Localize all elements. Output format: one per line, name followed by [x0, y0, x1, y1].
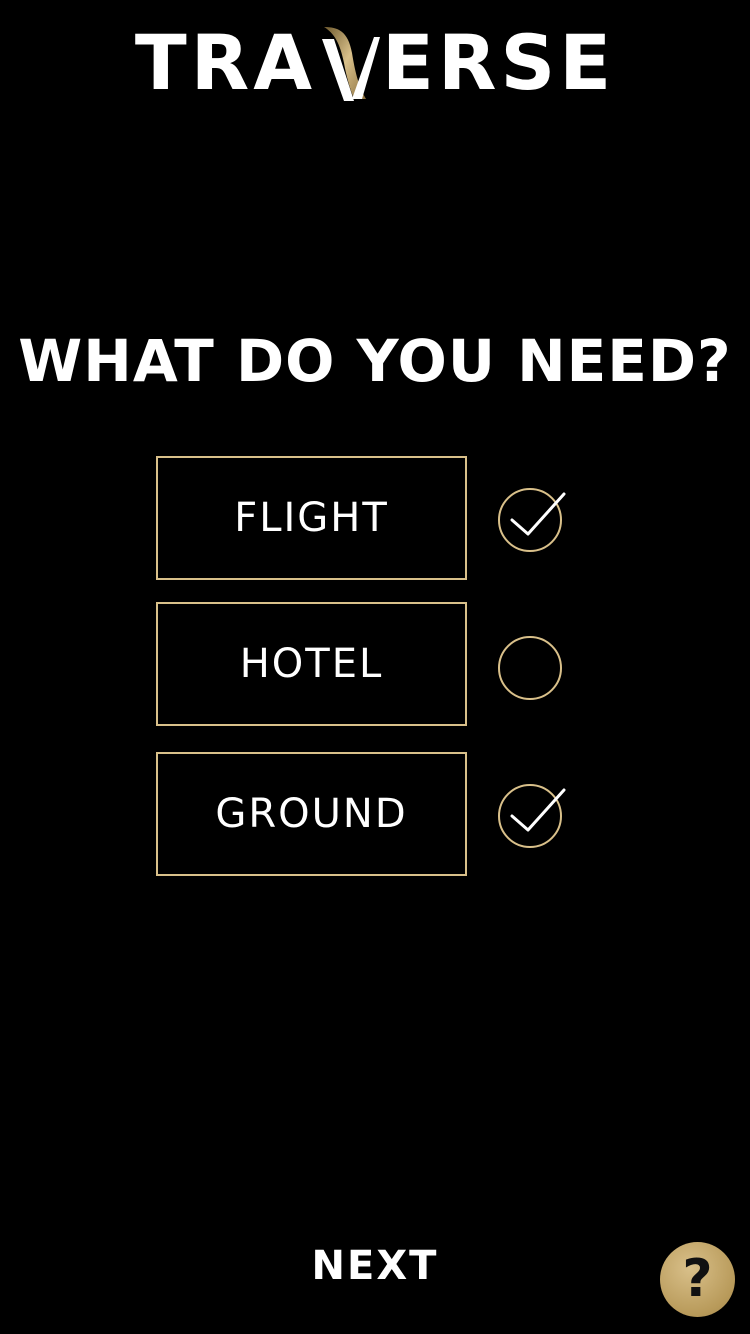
logo-wordmark: TRA ERSE	[135, 25, 615, 101]
flight-option-button[interactable]: FLIGHT	[156, 456, 467, 580]
app-logo: TRA ERSE	[0, 18, 750, 108]
logo-text-left: TRA	[134, 18, 317, 107]
option-row-hotel: HOTEL	[156, 602, 576, 728]
logo-swoosh-v-icon	[318, 25, 381, 101]
hotel-unchecked-icon[interactable]	[498, 630, 568, 700]
next-button[interactable]: NEXT	[275, 1236, 475, 1296]
help-button[interactable]: ?	[660, 1242, 735, 1317]
flight-checked-icon[interactable]	[498, 484, 568, 554]
ground-checked-icon[interactable]	[498, 780, 568, 850]
option-row-flight: FLIGHT	[156, 456, 576, 582]
page-title: WHAT DO YOU NEED?	[18, 327, 732, 395]
logo-text-right: ERSE	[382, 18, 616, 107]
ground-option-button[interactable]: GROUND	[156, 752, 467, 876]
question-mark-icon: ?	[682, 1248, 713, 1309]
option-row-ground: GROUND	[156, 752, 576, 878]
hotel-option-button[interactable]: HOTEL	[156, 602, 467, 726]
